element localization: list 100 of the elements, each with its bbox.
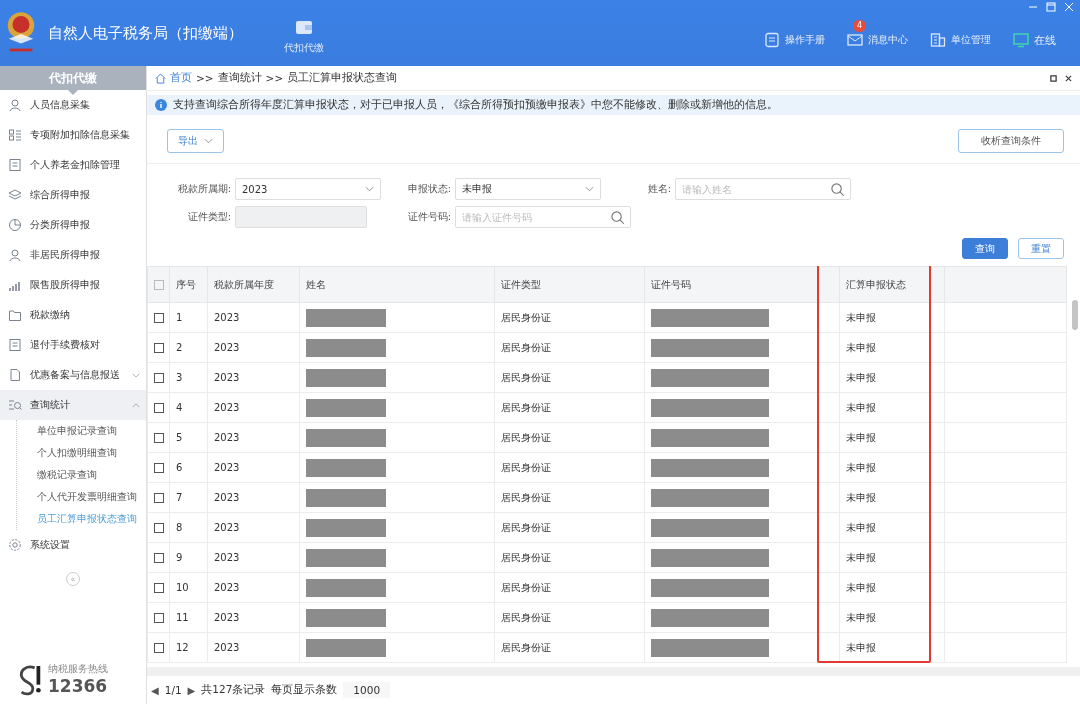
sidebar-subitem[interactable]: 个人扣缴明细查询	[17, 442, 146, 464]
scrollbar-thumb[interactable]	[1072, 300, 1078, 330]
search-icon	[8, 398, 22, 412]
sidebar-subitem[interactable]: 缴税记录查询	[17, 464, 146, 486]
header-link[interactable]: 操作手册	[764, 32, 825, 48]
table-cell: 未申报	[839, 512, 945, 543]
row-checkbox[interactable]	[154, 402, 164, 413]
select-field[interactable]: 未申报	[455, 178, 601, 200]
column-header: 证件号码	[644, 266, 840, 303]
hotline-number: 12366	[48, 676, 108, 696]
sidebar-subitem[interactable]: 单位申报记录查询	[17, 420, 146, 442]
row-checkbox[interactable]	[154, 312, 164, 323]
chevron-icon	[132, 372, 140, 378]
folder-icon	[8, 308, 22, 322]
filter-label: 证件号码:	[406, 210, 451, 224]
building-icon	[930, 32, 946, 48]
search-field[interactable]: 请输入姓名	[675, 178, 851, 200]
table-cell: 2023	[207, 332, 300, 363]
breadcrumb-item[interactable]: 首页	[170, 71, 192, 85]
search-field[interactable]: 请输入证件号码	[455, 206, 631, 228]
column-header: 姓名	[299, 266, 495, 303]
breadcrumb-item[interactable]: 员工汇算申报状态查询	[287, 71, 398, 85]
breadcrumb-separator: >>	[196, 72, 214, 84]
sidebar-item[interactable]: 专项附加扣除信息采集	[0, 120, 146, 150]
breadcrumb-item[interactable]: 查询统计	[217, 71, 262, 85]
monitor-icon	[1013, 32, 1029, 48]
table-cell: 2023	[207, 362, 300, 393]
previous-page-button[interactable]: ◀	[151, 684, 159, 696]
pie-icon	[8, 218, 22, 232]
notice-text: 支持查询综合所得年度汇算申报状态，对于已申报人员，《综合所得预扣预缴申报表》中您不能修改、删除或新增他的信息。	[173, 98, 778, 112]
sidebar-item[interactable]: 非居民所得申报	[0, 240, 146, 270]
table-cell: 未申报	[839, 572, 945, 603]
select-field[interactable]: 2023	[235, 178, 381, 200]
sidebar-item[interactable]: 分类所得申报	[0, 210, 146, 240]
row-checkbox[interactable]	[154, 522, 164, 533]
table-cell: 2023	[207, 512, 300, 543]
sidebar-item[interactable]: 限售股所得申报	[0, 270, 146, 300]
row-checkbox[interactable]	[154, 372, 164, 383]
row-checkbox[interactable]	[154, 462, 164, 473]
table-cell: 12	[169, 632, 208, 663]
row-checkbox[interactable]	[154, 432, 164, 443]
table-cell: 6	[169, 452, 208, 483]
column-header: 证件类型	[494, 266, 645, 303]
close-icon[interactable]	[1065, 74, 1072, 82]
filter-label: 税款所属期:	[176, 182, 231, 196]
gear-icon	[8, 538, 22, 552]
page-indicator: 1/1	[164, 684, 182, 696]
doc-icon	[8, 158, 22, 172]
home-icon[interactable]	[155, 72, 166, 84]
collapse-filters-button[interactable]: 收析查询条件	[958, 129, 1064, 153]
table-cell: 1	[169, 302, 208, 333]
row-checkbox[interactable]	[154, 642, 164, 653]
table-cell: 未申报	[839, 602, 945, 633]
sidebar-subitem[interactable]: 个人代开发票明细查询	[17, 486, 146, 508]
table-cell: 2023	[207, 392, 300, 423]
reset-button[interactable]: 重置	[1018, 238, 1064, 259]
table-cell: 11	[169, 602, 208, 633]
column-header: 序号	[169, 266, 208, 303]
module-tab[interactable]: 代扣代缴	[284, 41, 324, 55]
row-checkbox[interactable]	[154, 342, 164, 353]
sidebar-item[interactable]: 退付手续费核对	[0, 330, 146, 360]
caret-icon	[204, 138, 213, 144]
table-cell: 未申报	[839, 452, 945, 483]
envelope-icon	[847, 32, 863, 48]
table-cell: 2023	[207, 632, 300, 663]
sidebar-item[interactable]: 优惠备案与信息报送	[0, 360, 146, 390]
filter-label: 申报状态:	[406, 182, 451, 196]
filter-label: 姓名:	[646, 182, 671, 196]
sidebar-item[interactable]: 税款缴纳	[0, 300, 146, 330]
sidebar-item[interactable]: 系统设置	[0, 530, 146, 560]
row-checkbox[interactable]	[154, 612, 164, 623]
app-title: 自然人电子税务局（扣缴端）	[48, 23, 244, 43]
table-cell: 居民身份证	[494, 542, 645, 573]
hotline-label: 纳税服务热线	[48, 662, 108, 676]
page-size-label: 每页显示条数	[271, 683, 338, 697]
table-cell: 5	[169, 422, 208, 453]
header-link[interactable]: 单位管理	[930, 32, 991, 48]
sidebar-item[interactable]: 综合所得申报	[0, 180, 146, 210]
table-cell: 未申报	[839, 302, 945, 333]
page-size-field[interactable]: 1000	[343, 682, 391, 698]
table-cell: 未申报	[839, 362, 945, 393]
maximize-icon[interactable]	[1046, 2, 1056, 12]
row-checkbox[interactable]	[154, 492, 164, 503]
table-cell: 2023	[207, 602, 300, 633]
select-all-checkbox[interactable]	[154, 279, 164, 290]
next-page-button[interactable]: ▶	[187, 684, 196, 696]
scrollbar-track[interactable]	[147, 667, 1080, 675]
sidebar-item[interactable]: 查询统计	[0, 390, 146, 420]
caret-icon	[585, 186, 594, 192]
header-link[interactable]: 消息中心 4	[847, 20, 908, 48]
row-checkbox[interactable]	[154, 552, 164, 563]
sidebar-item[interactable]: 个人养老金扣除管理	[0, 150, 146, 180]
chevron-icon	[132, 402, 140, 408]
restore-icon[interactable]	[1050, 74, 1057, 82]
sidebar-item[interactable]: 人员信息采集	[0, 90, 146, 120]
header-link[interactable]: 在线	[1013, 32, 1056, 48]
query-button[interactable]: 查询	[962, 238, 1008, 259]
export-button[interactable]: 导出	[167, 129, 224, 153]
notification-badge: 4	[853, 20, 867, 32]
row-checkbox[interactable]	[154, 582, 164, 593]
